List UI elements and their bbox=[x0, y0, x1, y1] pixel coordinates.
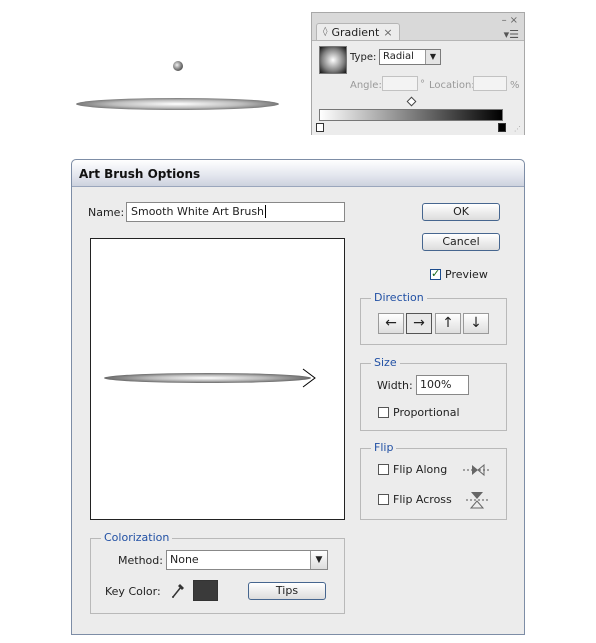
panel-window-controls: – × bbox=[502, 15, 518, 26]
angle-label: Angle: bbox=[350, 80, 382, 91]
location-label: Location: bbox=[429, 80, 475, 91]
brush-name-input[interactable]: Smooth White Art Brush bbox=[126, 202, 345, 222]
method-select[interactable]: None ▼ bbox=[166, 550, 328, 570]
preview-label: Preview bbox=[445, 268, 488, 281]
method-value: None bbox=[170, 553, 199, 566]
gradient-panel: – × ◊ Gradient × ▾☰ Type: Radial ▼ Angle… bbox=[311, 12, 525, 135]
type-label: Type: bbox=[350, 52, 377, 63]
angle-field[interactable] bbox=[382, 76, 418, 91]
location-field[interactable] bbox=[473, 76, 507, 91]
flip-group: Flip Flip Along Flip Across bbox=[360, 441, 507, 520]
gradient-stop-black[interactable] bbox=[498, 123, 506, 132]
location-unit: % bbox=[510, 80, 520, 91]
brush-stroke-preview bbox=[104, 373, 311, 383]
resize-grip-icon[interactable]: ⋰ bbox=[514, 125, 521, 133]
gradient-midpoint-diamond[interactable] bbox=[406, 96, 417, 107]
angle-unit: ° bbox=[420, 79, 425, 90]
direction-group: Direction ← → ↑ ↓ bbox=[360, 291, 507, 345]
gradient-type-value: Radial bbox=[383, 51, 414, 62]
flip-across-label: Flip Across bbox=[393, 493, 452, 506]
flip-across-icon bbox=[466, 492, 488, 509]
flip-along-checkbox[interactable] bbox=[378, 464, 389, 475]
gradient-swatch[interactable] bbox=[319, 46, 347, 74]
radial-dot-artwork bbox=[173, 61, 183, 71]
key-color-label: Key Color: bbox=[105, 585, 161, 598]
colorization-legend: Colorization bbox=[101, 531, 173, 544]
width-label: Width: bbox=[377, 379, 413, 392]
tab-close-icon[interactable]: × bbox=[383, 24, 392, 41]
gradient-slider-bar bbox=[319, 109, 503, 121]
minimize-icon[interactable]: – bbox=[502, 15, 507, 26]
tips-button[interactable]: Tips bbox=[248, 582, 326, 600]
flip-along-label: Flip Along bbox=[393, 463, 448, 476]
ok-button[interactable]: OK bbox=[422, 203, 500, 221]
size-legend: Size bbox=[371, 356, 400, 369]
preview-checkbox[interactable] bbox=[430, 267, 441, 280]
name-label: Name: bbox=[88, 206, 125, 219]
flip-legend: Flip bbox=[371, 441, 397, 454]
brush-name-value: Smooth White Art Brush bbox=[131, 205, 265, 218]
brush-ellipse-artwork bbox=[76, 98, 279, 110]
brush-preview-area bbox=[90, 238, 345, 520]
direction-legend: Direction bbox=[371, 291, 427, 304]
method-label: Method: bbox=[118, 554, 163, 567]
gradient-stop-white[interactable] bbox=[316, 123, 324, 132]
gradient-panel-body: Type: Radial ▼ Angle: ° Location: % ⋰ bbox=[312, 40, 524, 135]
dialog-title-bar: Art Brush Options bbox=[72, 160, 524, 187]
close-icon[interactable]: × bbox=[510, 15, 518, 26]
flip-across-checkbox[interactable] bbox=[378, 494, 389, 505]
dialog-title: Art Brush Options bbox=[79, 167, 201, 181]
chevron-down-icon[interactable]: ▼ bbox=[425, 50, 440, 64]
size-group: Size Width: 100% Proportional bbox=[360, 356, 507, 431]
gradient-type-select[interactable]: Radial ▼ bbox=[379, 49, 441, 65]
gradient-tab[interactable]: ◊ Gradient × bbox=[316, 23, 400, 41]
direction-up-button[interactable]: ↑ bbox=[435, 313, 461, 334]
width-field[interactable]: 100% bbox=[416, 375, 469, 395]
colorization-group: Colorization Method: None ▼ Key Color: T… bbox=[90, 531, 345, 614]
text-cursor bbox=[265, 205, 267, 218]
art-brush-options-dialog: Art Brush Options Name: Smooth White Art… bbox=[71, 159, 525, 635]
direction-down-button[interactable]: ↓ bbox=[463, 313, 489, 334]
eyedropper-icon[interactable] bbox=[170, 581, 186, 599]
key-color-swatch[interactable] bbox=[193, 580, 218, 601]
tab-grip-icon: ◊ bbox=[323, 27, 328, 37]
flip-along-icon bbox=[463, 463, 491, 477]
direction-arrow-icon bbox=[302, 368, 316, 388]
chevron-down-icon[interactable]: ▼ bbox=[310, 551, 327, 569]
proportional-checkbox[interactable] bbox=[378, 407, 389, 418]
cancel-button[interactable]: Cancel bbox=[422, 233, 500, 251]
proportional-label: Proportional bbox=[393, 406, 460, 419]
direction-left-button[interactable]: ← bbox=[378, 313, 404, 334]
gradient-tab-title: Gradient bbox=[331, 26, 380, 39]
width-value: 100% bbox=[420, 378, 452, 391]
direction-right-button[interactable]: → bbox=[406, 313, 432, 334]
